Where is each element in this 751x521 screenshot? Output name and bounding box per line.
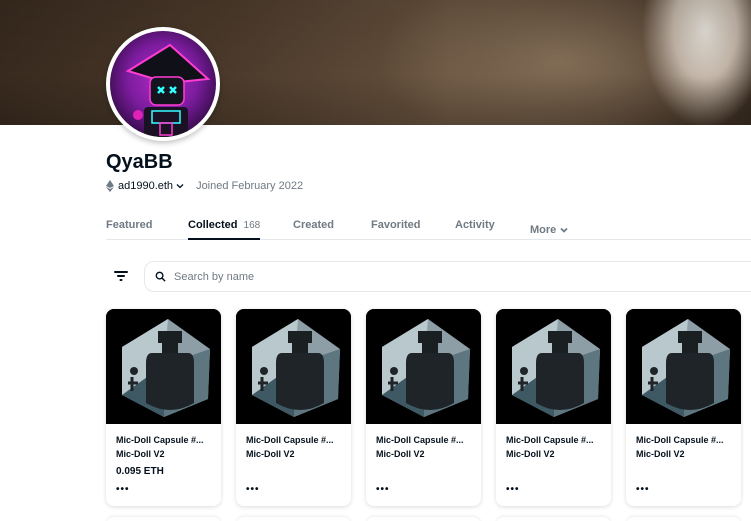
wallet-address[interactable]: ad1990.eth <box>118 180 173 192</box>
nft-price: 0.095 ETH <box>116 466 164 477</box>
capsule-image <box>236 309 351 424</box>
nft-card-partial <box>106 517 221 521</box>
capsule-image <box>496 309 611 424</box>
nft-collection: Mic-Doll V2 <box>246 449 295 459</box>
tab-activity[interactable]: Activity <box>455 219 495 240</box>
tab-count: 168 <box>243 220 261 231</box>
nft-title: Mic-Doll Capsule #... <box>246 435 334 445</box>
tab-label: More <box>530 223 557 236</box>
tab-more[interactable]: More <box>530 219 569 240</box>
tab-collected[interactable]: Collected 168 <box>188 219 261 240</box>
nft-title: Mic-Doll Capsule #... <box>636 435 724 445</box>
profile-meta: ad1990.eth Joined February 2022 <box>106 180 303 192</box>
filter-icon <box>114 271 128 281</box>
tab-label: Featured <box>106 219 153 231</box>
tab-featured[interactable]: Featured <box>106 219 152 240</box>
nft-card[interactable]: Mic-Doll Capsule #... Mic-Doll V2 0.095 … <box>106 309 221 506</box>
tab-created[interactable]: Created <box>293 219 334 240</box>
more-options-icon[interactable]: ••• <box>116 484 130 495</box>
nft-card[interactable]: Mic-Doll Capsule #... Mic-Doll V2 ••• <box>236 309 351 506</box>
nft-collection: Mic-Doll V2 <box>636 449 685 459</box>
tab-label: Activity <box>455 219 495 231</box>
nft-collection: Mic-Doll V2 <box>376 449 425 459</box>
nft-card-partial <box>236 517 351 521</box>
nft-title: Mic-Doll Capsule #... <box>506 435 594 445</box>
capsule-image <box>106 309 221 424</box>
nft-image[interactable] <box>106 309 221 424</box>
chevron-down-icon <box>560 227 568 233</box>
tab-label: Favorited <box>371 219 421 231</box>
capsule-image <box>366 309 481 424</box>
nft-card[interactable]: Mic-Doll Capsule #... Mic-Doll V2 ••• <box>496 309 611 506</box>
nft-card[interactable]: Mic-Doll Capsule #... Mic-Doll V2 ••• <box>366 309 481 506</box>
nft-image[interactable] <box>626 309 741 424</box>
capsule-image <box>626 309 741 424</box>
nft-card-partial <box>626 517 741 521</box>
ethereum-icon <box>106 180 114 192</box>
more-options-icon[interactable]: ••• <box>376 484 390 495</box>
joined-date: Joined February 2022 <box>196 180 304 192</box>
search-input[interactable] <box>174 270 674 283</box>
tab-favorited[interactable]: Favorited <box>371 219 421 240</box>
search-icon <box>155 271 166 282</box>
nft-image[interactable] <box>236 309 351 424</box>
nft-image[interactable] <box>496 309 611 424</box>
more-options-icon[interactable]: ••• <box>636 484 650 495</box>
profile-tabs: Featured Collected 168 Created Favorited … <box>106 213 751 240</box>
profile-avatar[interactable] <box>106 27 220 141</box>
more-options-icon[interactable]: ••• <box>506 484 520 495</box>
nft-collection: Mic-Doll V2 <box>116 449 165 459</box>
profile-name: QyaBB <box>106 151 173 173</box>
nft-card-partial <box>366 517 481 521</box>
nft-image[interactable] <box>366 309 481 424</box>
tab-label: Collected <box>188 219 238 231</box>
nft-collection: Mic-Doll V2 <box>506 449 555 459</box>
more-options-icon[interactable]: ••• <box>246 484 260 495</box>
neon-robot-avatar-icon <box>110 31 216 137</box>
filter-button[interactable] <box>110 265 132 287</box>
chevron-down-icon[interactable] <box>176 182 184 190</box>
tab-label: Created <box>293 219 334 231</box>
nft-card[interactable]: Mic-Doll Capsule #... Mic-Doll V2 ••• <box>626 309 741 506</box>
nft-card-partial <box>496 517 611 521</box>
search-bar <box>144 261 751 292</box>
nft-title: Mic-Doll Capsule #... <box>376 435 464 445</box>
nft-title: Mic-Doll Capsule #... <box>116 435 204 445</box>
